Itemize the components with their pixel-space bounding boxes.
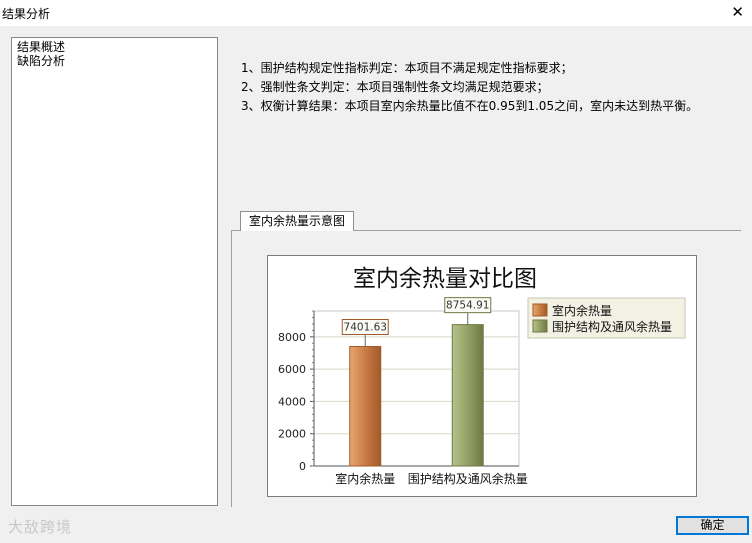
result-line-tradeoff: 3、权衡计算结果：本项目室内余热量比值不在0.95到1.05之间，室内未达到热平… [241,99,699,113]
legend-label: 室内余热量 [552,303,612,318]
result-nav-list: 结果概述 缺陷分析 [11,37,218,506]
tab-panel-border [231,230,232,507]
x-tick-label: 围护结构及通风余热量 [408,471,528,486]
y-tick-label: 0 [299,460,306,473]
bar-2 [451,324,484,467]
y-tick-label: 2000 [278,428,306,441]
legend-label: 围护结构及通风余热量 [552,319,672,334]
data-label: 7401.63 [344,321,387,333]
close-icon[interactable]: ✕ [731,3,744,21]
results-summary: 1、围护结构规定性指标判定：本项目不满足规定性指标要求； 2、强制性条文判定：本… [241,59,698,116]
legend-swatch [532,319,548,333]
y-tick-label: 8000 [278,331,306,344]
chart-title: 室内余热量对比图 [353,266,537,292]
y-tick-label: 6000 [278,363,306,376]
nav-item-defect-analysis[interactable]: 缺陷分析 [12,54,217,68]
data-label: 8754.91 [446,300,489,312]
tab-heat-chart[interactable]: 室内余热量示意图 [240,211,355,231]
nav-item-summary[interactable]: 结果概述 [12,40,217,54]
title-bar: 结果分析 ✕ [0,0,752,26]
y-tick-label: 4000 [278,395,306,408]
x-tick-label: 室内余热量 [335,471,395,486]
chart-svg: 室内余热量对比图 0 2000 4000 6000 8000 7401.63 室内余热量 87… [278,266,686,486]
result-line-envelope: 1、围护结构规定性指标判定：本项目不满足规定性指标要求； [241,61,573,75]
bar-1 [349,345,382,467]
heat-comparison-chart: 室内余热量对比图 0 2000 4000 6000 8000 7401.63 室内余热量 87… [267,255,697,497]
plot-area: 0 2000 4000 6000 8000 7401.63 室内余热量 8754.91 围护结构… [278,297,528,486]
watermark: 大敌跨境 [8,518,73,536]
ok-button[interactable]: 确定 [676,516,749,535]
legend-swatch [532,303,548,317]
chart-legend: 室内余热量围护结构及通风余热量 [527,297,686,339]
window-title: 结果分析 [2,7,51,21]
result-line-mandatory: 2、强制性条文判定：本项目强制性条文均满足规范要求； [241,80,549,94]
